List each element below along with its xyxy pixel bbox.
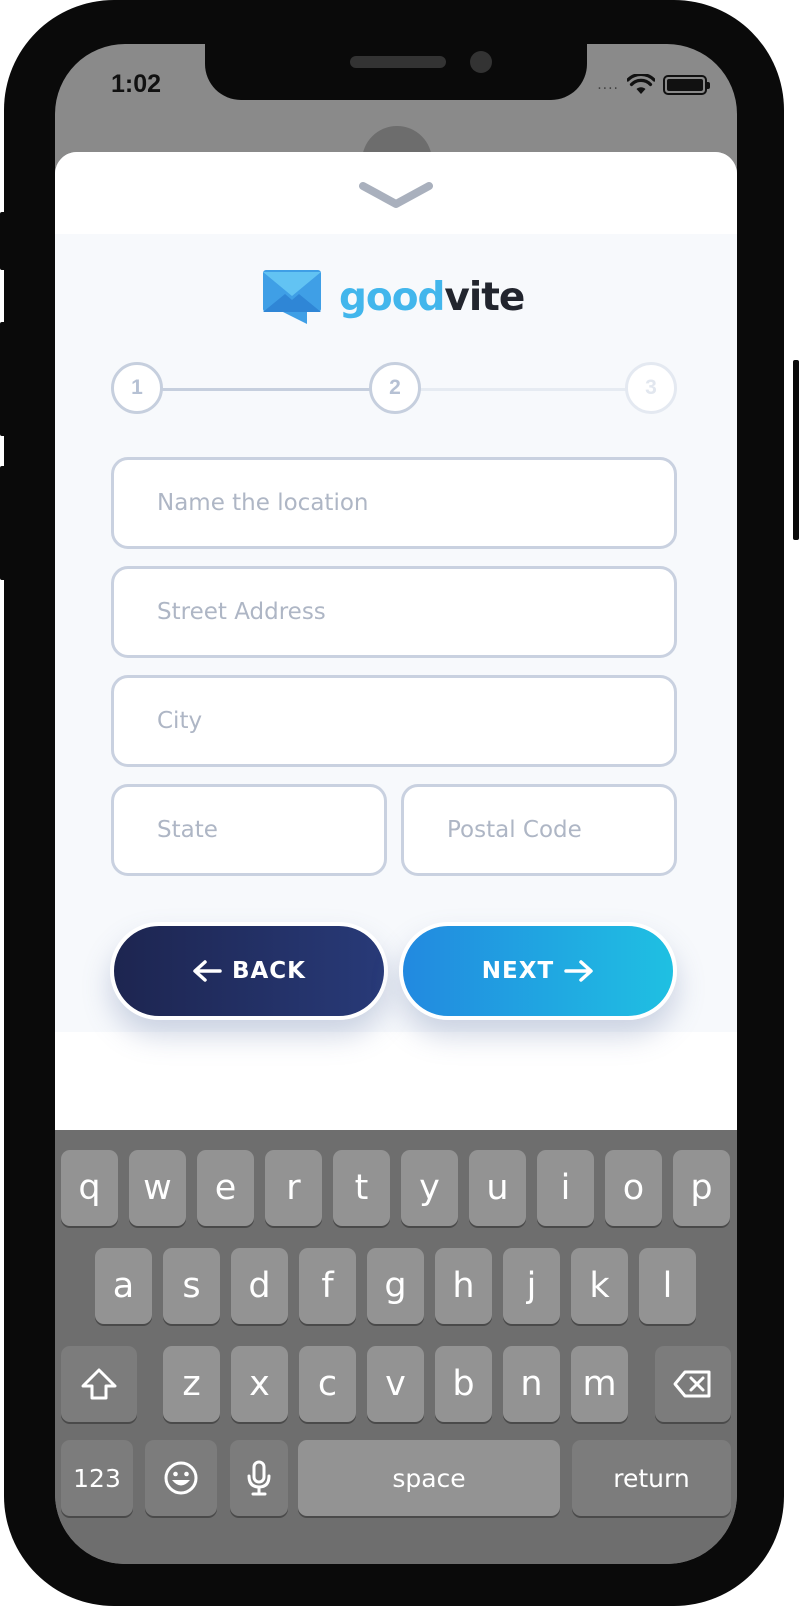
next-button-label: NEXT <box>481 958 555 984</box>
key-h[interactable]: h <box>435 1248 492 1324</box>
key-f[interactable]: f <box>299 1248 356 1324</box>
key-n[interactable]: n <box>503 1346 560 1422</box>
key-y[interactable]: y <box>401 1150 458 1226</box>
state-field[interactable] <box>111 784 387 876</box>
dictation-key[interactable] <box>230 1440 288 1516</box>
location-name-field[interactable] <box>111 457 677 549</box>
envelope-logo-icon <box>263 270 321 324</box>
front-camera <box>470 51 492 73</box>
return-key[interactable]: return <box>572 1440 731 1516</box>
location-name-input[interactable] <box>157 490 674 516</box>
status-time: 1:02 <box>111 70 162 98</box>
city-field[interactable] <box>111 675 677 767</box>
key-u[interactable]: u <box>469 1150 526 1226</box>
key-l[interactable]: l <box>639 1248 696 1324</box>
key-g[interactable]: g <box>367 1248 424 1324</box>
chevron-down-icon[interactable] <box>357 178 435 212</box>
power-button[interactable] <box>793 360 799 540</box>
step-line-pending <box>419 388 629 391</box>
key-j[interactable]: j <box>503 1248 560 1324</box>
signal-indicator: .... <box>597 77 619 93</box>
key-w[interactable]: w <box>129 1150 186 1226</box>
backspace-icon <box>673 1370 711 1398</box>
status-indicators: .... <box>597 74 710 96</box>
logo-text-vite: vite <box>444 274 525 320</box>
key-e[interactable]: e <box>197 1150 254 1226</box>
street-address-input[interactable] <box>157 599 674 625</box>
shift-key[interactable] <box>61 1346 137 1422</box>
step-3: 3 <box>625 362 677 414</box>
sheet-footer <box>55 1032 737 1132</box>
speaker <box>350 56 446 68</box>
postal-code-field[interactable] <box>401 784 677 876</box>
emoji-key[interactable] <box>145 1440 217 1516</box>
microphone-icon <box>247 1460 271 1496</box>
key-z[interactable]: z <box>163 1346 220 1422</box>
phone-screen: 1:02 .... goodvite 1 2 3 Name the locati… <box>55 44 737 1564</box>
emoji-icon <box>164 1461 198 1495</box>
logo-text-good: good <box>339 274 445 320</box>
key-v[interactable]: v <box>367 1346 424 1422</box>
key-r[interactable]: r <box>265 1150 322 1226</box>
shift-icon <box>81 1368 117 1400</box>
city-input[interactable] <box>157 708 674 734</box>
space-key[interactable]: space <box>298 1440 560 1516</box>
logo-text: goodvite <box>339 274 525 320</box>
notch <box>205 44 587 100</box>
battery-icon <box>663 75 710 95</box>
key-i[interactable]: i <box>537 1150 594 1226</box>
progress-steps: 1 2 3 <box>111 362 677 416</box>
state-input[interactable] <box>157 817 384 843</box>
key-b[interactable]: b <box>435 1346 492 1422</box>
location-sheet: goodvite 1 2 3 Name the location Street … <box>55 152 737 1132</box>
numbers-key[interactable]: 123 <box>61 1440 133 1516</box>
key-o[interactable]: o <box>605 1150 662 1226</box>
step-line-complete <box>161 388 373 391</box>
arrow-left-icon <box>193 960 222 982</box>
phone-frame: 1:02 .... goodvite 1 2 3 Name the locati… <box>4 0 784 1606</box>
backspace-key[interactable] <box>655 1346 731 1422</box>
key-t[interactable]: t <box>333 1150 390 1226</box>
key-q[interactable]: q <box>61 1150 118 1226</box>
key-k[interactable]: k <box>571 1248 628 1324</box>
back-button-label: BACK <box>231 958 307 984</box>
street-address-field[interactable] <box>111 566 677 658</box>
key-d[interactable]: d <box>231 1248 288 1324</box>
key-c[interactable]: c <box>299 1346 356 1422</box>
keyboard: 123 space return qwertyuiop asdfghjkl zxcv… <box>55 1130 737 1564</box>
next-button[interactable]: NEXT <box>399 922 677 1020</box>
step-1: 1 <box>111 362 163 414</box>
key-m[interactable]: m <box>571 1346 628 1422</box>
key-x[interactable]: x <box>231 1346 288 1422</box>
key-p[interactable]: p <box>673 1150 730 1226</box>
wifi-icon <box>627 74 655 94</box>
postal-code-input[interactable] <box>447 817 674 843</box>
battery-level <box>667 79 703 91</box>
back-button[interactable]: BACK <box>110 922 388 1020</box>
arrow-right-icon <box>564 960 593 982</box>
goodvite-logo: goodvite <box>261 268 525 326</box>
key-a[interactable]: a <box>95 1248 152 1324</box>
step-2: 2 <box>369 362 421 414</box>
key-s[interactable]: s <box>163 1248 220 1324</box>
